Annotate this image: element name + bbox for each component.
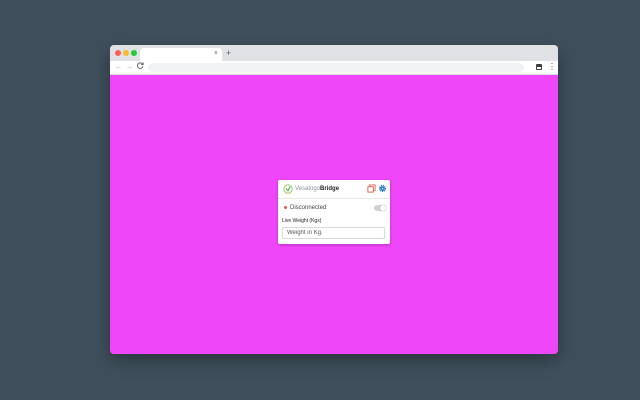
back-icon[interactable]: ← xyxy=(115,62,122,73)
tab-close-icon[interactable]: × xyxy=(214,49,218,59)
forward-icon[interactable]: → xyxy=(126,62,133,73)
brand-primary: Vesatogo xyxy=(295,186,321,192)
status-indicator xyxy=(284,206,287,209)
connection-toggle[interactable] xyxy=(374,205,386,211)
brand-name: VesatogoBridge xyxy=(295,185,339,193)
close-window-button[interactable] xyxy=(115,50,121,56)
new-tab-button[interactable]: + xyxy=(226,48,231,58)
browser-toolbar: ← → ⋮ xyxy=(110,61,558,75)
weight-input[interactable] xyxy=(282,227,385,239)
toggle-knob xyxy=(380,205,386,211)
connection-status: Disconnected xyxy=(290,205,327,211)
extension-icon[interactable] xyxy=(536,64,542,70)
browser-menu-icon[interactable]: ⋮ xyxy=(548,61,556,73)
vesatogo-logo-icon xyxy=(283,184,293,194)
browser-window: × + ← → ⋮ VesatogoBridge Disconnected Li… xyxy=(110,45,558,354)
maximize-window-button[interactable] xyxy=(131,50,137,56)
tab-bar: × + xyxy=(110,45,558,61)
popup-header: VesatogoBridge xyxy=(278,180,390,199)
browser-tab[interactable]: × xyxy=(140,48,222,61)
gear-icon[interactable] xyxy=(378,184,387,193)
connection-status-row: Disconnected xyxy=(278,202,390,214)
reload-glyph xyxy=(137,62,144,69)
window-icon[interactable] xyxy=(367,184,376,193)
address-bar[interactable] xyxy=(148,63,524,72)
minimize-window-button[interactable] xyxy=(123,50,129,56)
reload-icon[interactable] xyxy=(137,62,144,73)
brand-secondary: Bridge xyxy=(320,186,340,192)
live-weight-label: Live Weight (Kgs) xyxy=(282,218,322,224)
extension-popup: VesatogoBridge Disconnected Live Weight … xyxy=(278,180,390,244)
